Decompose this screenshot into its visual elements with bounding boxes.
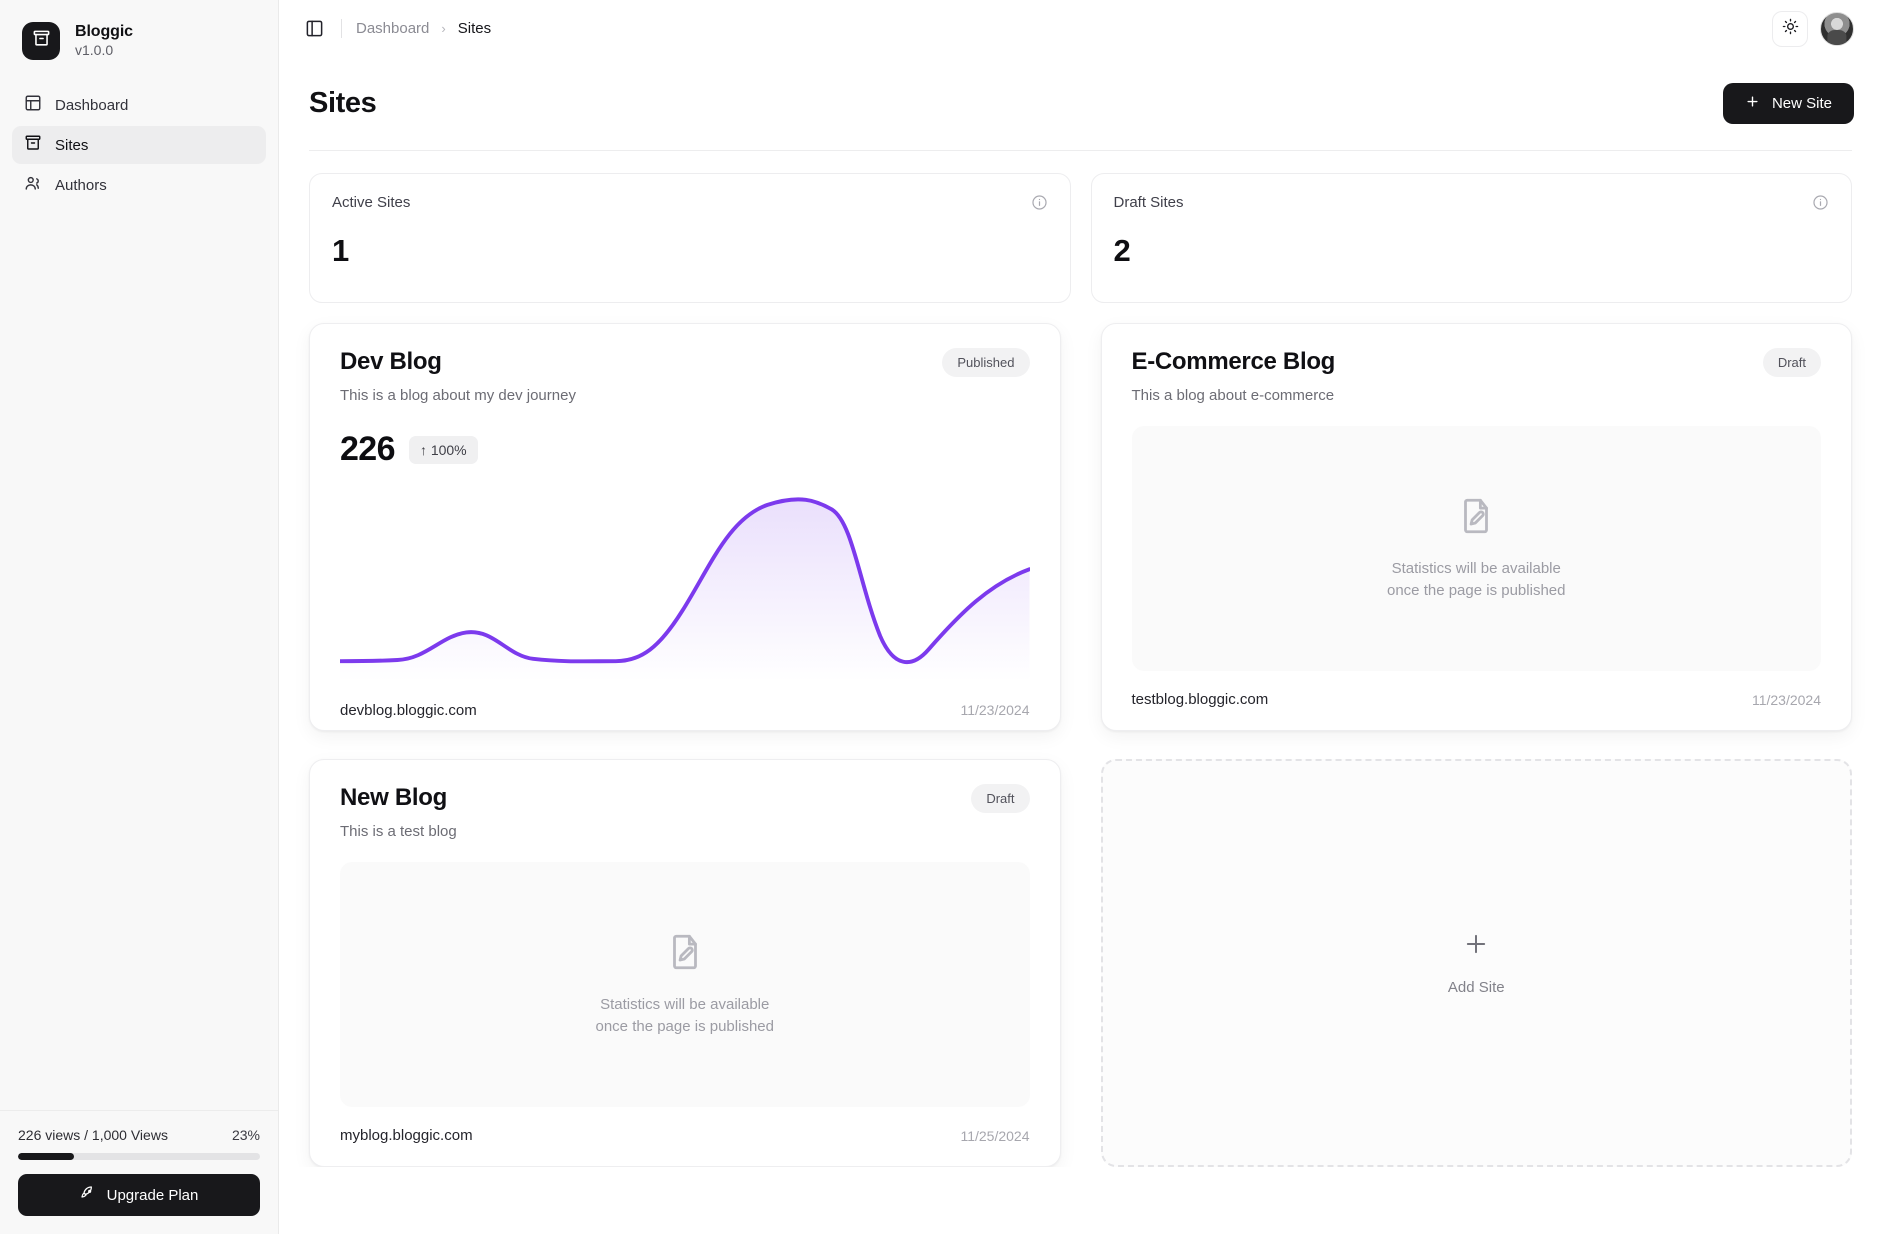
site-card-footer: myblog.bloggic.com 11/25/2024	[340, 1127, 1030, 1144]
page-title: Sites	[309, 87, 377, 119]
page-content: Active Sites 1 Draft Sites 2 Dev Blog Th…	[279, 151, 1882, 1167]
brand-name: Bloggic	[75, 23, 133, 41]
stat-header: Active Sites	[332, 194, 1048, 211]
sidebar-nav: Dashboard Sites Authors	[0, 74, 278, 204]
sidebar-item-authors[interactable]: Authors	[12, 166, 266, 204]
chevron-right-icon: ›	[441, 21, 446, 36]
site-card[interactable]: New Blog This is a test blog Draft Stati…	[309, 759, 1061, 1167]
avatar[interactable]	[1820, 11, 1854, 46]
site-title: New Blog	[340, 784, 447, 811]
app-root: Bloggic v1.0.0 Dashboard Sites Authors 2…	[0, 0, 1882, 1234]
stat-card-draft-sites: Draft Sites 2	[1090, 173, 1852, 303]
sites-grid: Dev Blog This is a blog about my dev jou…	[309, 323, 1852, 1167]
stat-value: 2	[1113, 233, 1131, 268]
topbar-actions	[1772, 10, 1854, 47]
stats-placeholder: Statistics will be available once the pa…	[340, 862, 1030, 1107]
site-date: 11/23/2024	[960, 702, 1030, 719]
status-badge: Draft	[971, 784, 1030, 813]
info-circle-icon[interactable]	[1031, 194, 1048, 211]
status-badge: Draft	[1762, 348, 1821, 377]
stats-row: Active Sites 1 Draft Sites 2	[309, 173, 1852, 303]
usage-row: 226 views / 1,000 Views 23%	[18, 1127, 260, 1143]
sidebar-item-label: Dashboard	[55, 96, 129, 114]
breadcrumb-current: Sites	[457, 20, 492, 37]
sparkline-svg	[340, 497, 1030, 682]
placeholder-line-2: once the page is published	[1387, 582, 1566, 599]
layout-dashboard-icon	[24, 94, 42, 116]
site-description: This a blog about e-commerce	[1131, 387, 1335, 404]
plus-icon	[1745, 94, 1760, 113]
users-icon	[24, 174, 42, 196]
stat-card-active-sites: Active Sites 1	[309, 173, 1071, 303]
info-circle-icon[interactable]	[1812, 194, 1829, 211]
sidebar-item-sites[interactable]: Sites	[12, 126, 266, 164]
archive-box-icon	[24, 134, 42, 156]
stat-value: 1	[332, 233, 349, 268]
site-card-footer: devblog.bloggic.com 11/23/2024	[340, 702, 1030, 719]
new-site-label: New Site	[1771, 95, 1832, 112]
status-badge: Published	[942, 348, 1030, 377]
sidebar-item-label: Authors	[55, 176, 107, 194]
sidebar-item-dashboard[interactable]: Dashboard	[12, 86, 266, 124]
site-card-header: E-Commerce Blog This a blog about e-comm…	[1131, 348, 1821, 404]
sidebar-footer: 226 views / 1,000 Views 23% Upgrade Plan	[0, 1110, 278, 1234]
site-domain[interactable]: testblog.bloggic.com	[1132, 691, 1269, 708]
usage-percent: 23%	[231, 1127, 260, 1143]
brand-text: Bloggic v1.0.0	[75, 23, 133, 58]
stat-header: Draft Sites	[1114, 194, 1830, 211]
rocket-icon	[80, 1185, 96, 1205]
stat-label: Draft Sites	[1113, 194, 1184, 211]
topbar: Dashboard › Sites	[279, 0, 1882, 57]
add-site-card[interactable]: Add Site	[1100, 759, 1852, 1167]
usage-text: 226 views / 1,000 Views	[18, 1127, 168, 1143]
sidebar-item-label: Sites	[55, 136, 89, 154]
site-description: This is a test blog	[340, 823, 457, 840]
site-description: This is a blog about my dev journey	[340, 387, 576, 404]
main-area: Dashboard › Sites Sites New Site Active …	[279, 0, 1882, 1234]
metric-value: 226	[340, 430, 396, 468]
brand-logo	[22, 22, 60, 60]
plus-icon	[1462, 930, 1490, 963]
file-edit-icon	[1455, 495, 1497, 542]
new-site-button[interactable]: New Site	[1722, 83, 1854, 124]
site-date: 11/23/2024	[1751, 691, 1821, 708]
sidebar: Bloggic v1.0.0 Dashboard Sites Authors 2…	[0, 0, 279, 1234]
upgrade-plan-label: Upgrade Plan	[106, 1186, 199, 1204]
site-domain[interactable]: myblog.bloggic.com	[340, 1127, 473, 1144]
placeholder-line-1: Statistics will be available	[1391, 559, 1561, 577]
site-title: Dev Blog	[340, 348, 442, 375]
usage-progress-bar	[18, 1153, 260, 1160]
theme-toggle-button[interactable]	[1772, 10, 1808, 47]
site-title: E-Commerce Blog	[1131, 348, 1336, 375]
metric-delta-badge: ↑ 100%	[408, 435, 478, 464]
site-domain[interactable]: devblog.bloggic.com	[340, 702, 477, 719]
add-site-label: Add Site	[1447, 979, 1505, 996]
sun-icon	[1782, 18, 1799, 40]
stat-label: Active Sites	[332, 194, 411, 211]
stats-placeholder: Statistics will be available once the pa…	[1131, 426, 1821, 671]
site-card[interactable]: E-Commerce Blog This a blog about e-comm…	[1100, 323, 1852, 731]
file-edit-icon	[664, 931, 706, 978]
breadcrumb-dashboard[interactable]: Dashboard	[356, 20, 429, 37]
placeholder-text: Statistics will be available once the pa…	[596, 994, 774, 1039]
site-date: 11/25/2024	[960, 1127, 1030, 1144]
site-card[interactable]: Dev Blog This is a blog about my dev jou…	[309, 323, 1061, 731]
site-card-footer: testblog.bloggic.com 11/23/2024	[1132, 691, 1822, 708]
views-sparkline-chart	[340, 475, 1030, 682]
page-header: Sites New Site	[279, 57, 1882, 150]
breadcrumb: Dashboard › Sites	[356, 20, 491, 37]
brand[interactable]: Bloggic v1.0.0	[0, 0, 278, 74]
placeholder-text: Statistics will be available once the pa…	[1387, 558, 1565, 603]
usage-progress-fill	[18, 1153, 74, 1160]
metric-row: 226 ↑ 100%	[340, 430, 1030, 469]
topbar-divider	[341, 19, 342, 38]
panel-left-icon[interactable]	[301, 16, 327, 42]
brand-version: v1.0.0	[75, 42, 114, 59]
placeholder-line-1: Statistics will be available	[600, 995, 770, 1013]
placeholder-line-2: once the page is published	[595, 1018, 774, 1035]
upgrade-plan-button[interactable]: Upgrade Plan	[18, 1174, 260, 1216]
archive-box-icon	[32, 29, 51, 53]
site-card-header: Dev Blog This is a blog about my dev jou…	[340, 348, 1030, 404]
site-card-header: New Blog This is a test blog Draft	[340, 784, 1030, 840]
